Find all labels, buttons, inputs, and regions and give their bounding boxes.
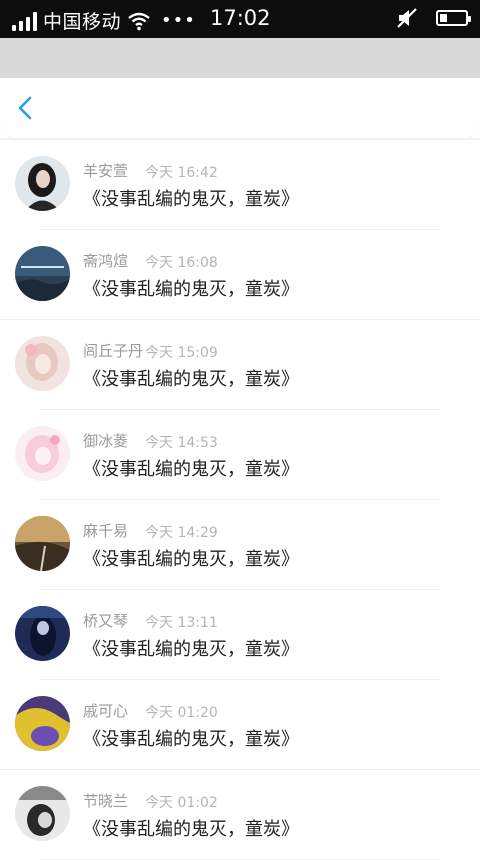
- commenter-name[interactable]: 御冰菱: [83, 430, 128, 451]
- commenter-name[interactable]: 羊安萱: [83, 160, 128, 181]
- avatar[interactable]: [15, 246, 70, 301]
- avatar[interactable]: [15, 516, 70, 571]
- toolbar-placeholder: [0, 38, 480, 78]
- status-bar: 中国移动 ••• 17:02: [0, 0, 480, 38]
- comment-time: 今天 01:20: [145, 705, 218, 721]
- comment-text[interactable]: 《没事乱编的鬼灭，童炭》: [83, 725, 299, 751]
- battery-icon: [436, 10, 471, 26]
- wifi-icon: [128, 12, 150, 30]
- avatar[interactable]: [15, 606, 70, 661]
- avatar[interactable]: [15, 426, 70, 481]
- commenter-name[interactable]: 戚可心: [83, 700, 128, 721]
- commenter-name[interactable]: 闾丘子丹: [83, 340, 143, 361]
- commenter-name[interactable]: 斋鸿煊: [83, 250, 128, 271]
- comment-row[interactable]: 戚可心 今天 01:20 《没事乱编的鬼灭，童炭》: [0, 680, 480, 770]
- avatar[interactable]: [15, 156, 70, 211]
- comment-text[interactable]: 《没事乱编的鬼灭，童炭》: [83, 545, 299, 571]
- avatar[interactable]: [15, 336, 70, 391]
- comment-list: 羊安萱 今天 16:42 《没事乱编的鬼灭，童炭》 斋鸿煊 今天 16:08 《…: [0, 140, 480, 860]
- comment-row[interactable]: 闾丘子丹 今天 15:09 《没事乱编的鬼灭，童炭》: [0, 320, 480, 410]
- comment-row[interactable]: 麻千易 今天 14:29 《没事乱编的鬼灭，童炭》: [0, 500, 480, 590]
- comment-text[interactable]: 《没事乱编的鬼灭，童炭》: [83, 815, 299, 841]
- comment-text[interactable]: 《没事乱编的鬼灭，童炭》: [83, 455, 299, 481]
- comment-time: 今天 14:53: [145, 435, 218, 451]
- status-left: 中国移动 •••: [12, 7, 196, 34]
- comment-row[interactable]: 斋鸿煊 今天 16:08 《没事乱编的鬼灭，童炭》: [0, 230, 480, 320]
- comment-text[interactable]: 《没事乱编的鬼灭，童炭》: [83, 365, 299, 391]
- comment-text[interactable]: 《没事乱编的鬼灭，童炭》: [83, 635, 299, 661]
- comment-row[interactable]: 羊安萱 今天 16:42 《没事乱编的鬼灭，童炭》: [0, 140, 480, 230]
- comment-time: 今天 16:08: [145, 255, 218, 271]
- comment-time: 今天 14:29: [145, 525, 218, 541]
- status-right: [396, 7, 471, 29]
- comment-row[interactable]: 御冰菱 今天 14:53 《没事乱编的鬼灭，童炭》: [0, 410, 480, 500]
- comment-text[interactable]: 《没事乱编的鬼灭，童炭》: [83, 275, 299, 301]
- header: [0, 78, 480, 138]
- more-dots: •••: [161, 10, 196, 31]
- comment-row[interactable]: 桥又琴 今天 13:11 《没事乱编的鬼灭，童炭》: [0, 590, 480, 680]
- back-button[interactable]: [14, 94, 38, 122]
- battery-fill: [440, 14, 447, 22]
- comment-text[interactable]: 《没事乱编的鬼灭，童炭》: [83, 185, 299, 211]
- comment-time: 今天 01:02: [145, 795, 218, 811]
- clock: 17:02: [210, 6, 271, 30]
- commenter-name[interactable]: 节晓兰: [83, 790, 128, 811]
- comment-time: 今天 16:42: [145, 165, 218, 181]
- carrier-label: 中国移动: [43, 11, 122, 33]
- comment-row[interactable]: 节晓兰 今天 01:02 《没事乱编的鬼灭，童炭》: [0, 770, 480, 860]
- commenter-name[interactable]: 桥又琴: [83, 610, 128, 631]
- signal-icon: [12, 11, 37, 31]
- comment-time: 今天 15:09: [145, 345, 218, 361]
- commenter-name[interactable]: 麻千易: [83, 520, 128, 541]
- comment-time: 今天 13:11: [145, 615, 218, 631]
- avatar[interactable]: [15, 786, 70, 841]
- avatar[interactable]: [15, 696, 70, 751]
- mute-icon: [397, 8, 417, 28]
